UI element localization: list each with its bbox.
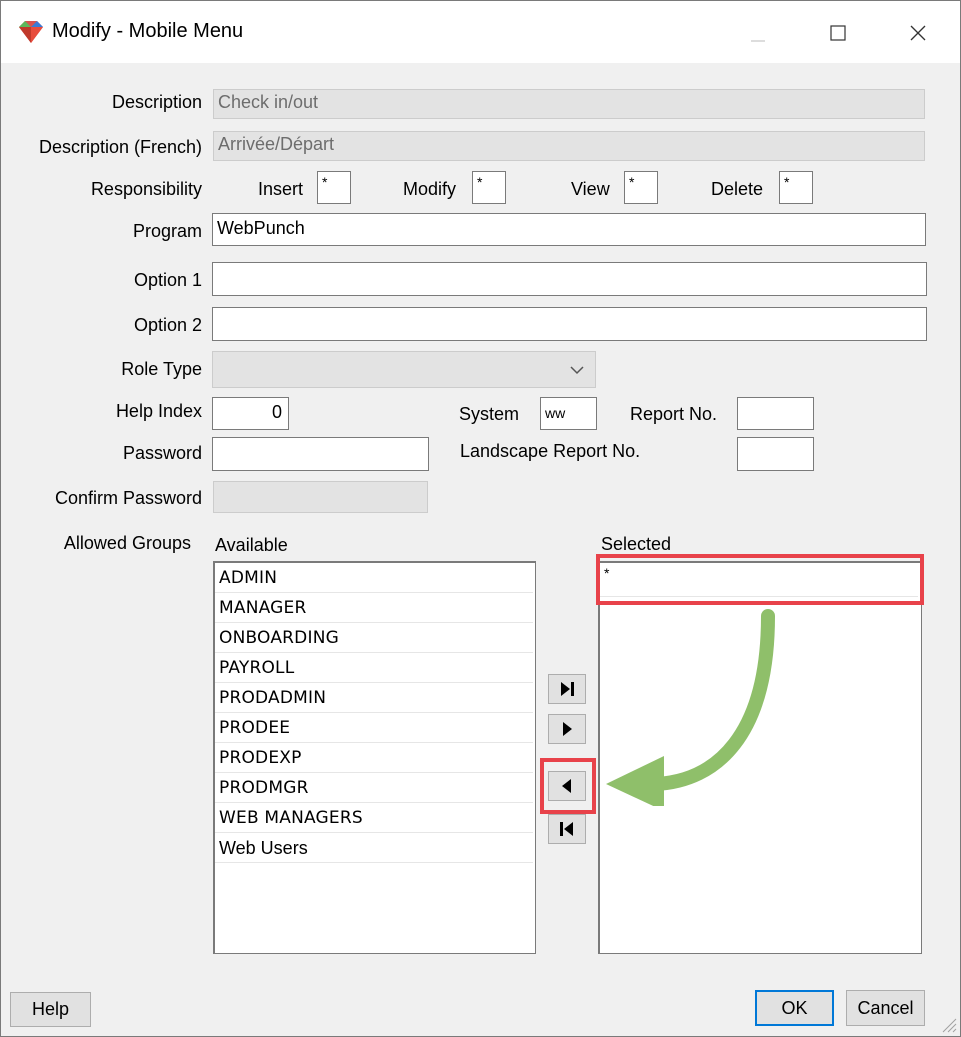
list-item[interactable]: WEB MANAGERS [215, 803, 533, 833]
chevron-down-icon [570, 366, 584, 375]
modify-field[interactable]: * [472, 171, 506, 204]
allowed-groups-label: Allowed Groups [63, 533, 191, 553]
report-no-label: Report No. [630, 404, 718, 424]
insert-field[interactable]: * [317, 171, 351, 204]
program-label: Program [132, 221, 202, 241]
selected-label: Selected [601, 534, 672, 554]
move-all-right-icon [561, 682, 574, 696]
password-label: Password [122, 443, 202, 463]
option2-label: Option 2 [133, 315, 202, 335]
resize-grip-icon[interactable] [939, 1015, 957, 1033]
delete-label: Delete [711, 179, 764, 199]
list-item[interactable]: PRODMGR [215, 773, 533, 803]
password-field[interactable] [212, 437, 429, 471]
list-item[interactable]: PAYROLL [215, 653, 533, 683]
description-french-label: Description (French) [38, 137, 202, 157]
app-gem-icon [19, 21, 43, 43]
modify-label: Modify [403, 179, 457, 199]
option1-label: Option 1 [133, 270, 202, 290]
description-label: Description [111, 92, 202, 112]
title-bar: Modify - Mobile Menu [1, 1, 960, 63]
move-all-right-button[interactable] [548, 674, 586, 704]
maximize-icon [830, 25, 846, 41]
available-label: Available [215, 535, 288, 555]
close-button[interactable] [895, 15, 941, 51]
landscape-report-field[interactable] [737, 437, 814, 471]
insert-label: Insert [258, 179, 304, 199]
program-field[interactable]: WebPunch [212, 213, 926, 246]
role-type-label: Role Type [121, 359, 202, 379]
list-item[interactable]: MANAGER [215, 593, 533, 623]
move-right-icon [563, 722, 572, 736]
move-all-left-button[interactable] [548, 814, 586, 844]
ok-button[interactable]: OK [755, 990, 834, 1026]
window-title: Modify - Mobile Menu [52, 20, 244, 42]
cancel-button[interactable]: Cancel [846, 990, 925, 1026]
confirm-password-field [213, 481, 428, 513]
responsibility-label: Responsibility [90, 179, 202, 199]
system-field[interactable]: ww [540, 397, 597, 430]
list-item[interactable]: PRODEE [215, 713, 533, 743]
confirm-password-label: Confirm Password [54, 488, 202, 508]
maximize-button[interactable] [815, 15, 861, 51]
list-item[interactable]: ONBOARDING [215, 623, 533, 653]
available-groups-list[interactable]: ADMIN MANAGER ONBOARDING PAYROLL PRODADM… [213, 561, 536, 954]
move-all-left-icon [560, 822, 573, 836]
annotation-arrow-icon [606, 609, 775, 806]
list-item[interactable]: PRODADMIN [215, 683, 533, 713]
help-button[interactable]: Help [10, 992, 91, 1027]
role-type-select[interactable] [212, 351, 596, 388]
help-index-field[interactable]: 0 [212, 397, 289, 430]
option1-field[interactable] [212, 262, 927, 296]
report-no-field[interactable] [737, 397, 814, 430]
list-item[interactable]: ADMIN [215, 563, 533, 593]
minimize-icon [751, 40, 765, 42]
minimize-button[interactable] [735, 15, 781, 51]
list-item[interactable]: PRODEXP [215, 743, 533, 773]
selected-item-highlight [596, 554, 924, 605]
help-index-label: Help Index [115, 401, 202, 421]
system-label: System [459, 404, 520, 424]
description-field: Check in/out [213, 89, 925, 119]
dialog-window: Modify - Mobile Menu Description Check i… [0, 0, 961, 1037]
landscape-report-label: Landscape Report No. [460, 441, 641, 461]
move-right-button[interactable] [548, 714, 586, 744]
option2-field[interactable] [212, 307, 927, 341]
list-item[interactable]: Web Users [215, 833, 533, 863]
move-left-highlight [540, 758, 596, 814]
delete-field[interactable]: * [779, 171, 813, 204]
view-field[interactable]: * [624, 171, 658, 204]
description-french-field: Arrivée/Départ [213, 131, 925, 161]
close-icon [910, 25, 926, 41]
view-label: View [571, 179, 610, 199]
